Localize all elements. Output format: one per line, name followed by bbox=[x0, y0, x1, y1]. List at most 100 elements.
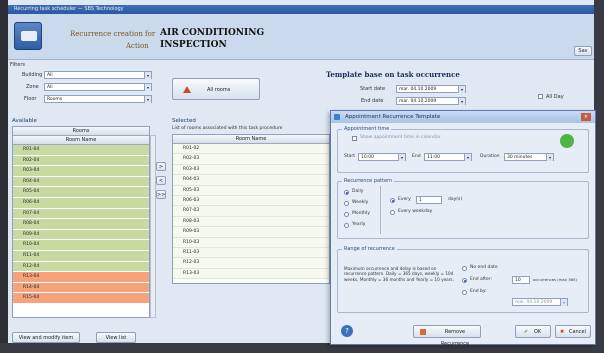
save-button[interactable]: Sav bbox=[574, 46, 592, 56]
close-icon[interactable]: ✕ bbox=[581, 113, 591, 121]
end-by-radio[interactable] bbox=[462, 290, 467, 295]
daily-radio[interactable] bbox=[344, 190, 349, 195]
available-row[interactable]: R02-04 bbox=[13, 155, 149, 167]
chevron-down-icon[interactable]: ▾ bbox=[144, 84, 151, 91]
selected-row[interactable]: R06-03 bbox=[173, 195, 329, 207]
chevron-down-icon[interactable]: ▾ bbox=[144, 96, 151, 103]
every-unit: day(s) bbox=[448, 197, 463, 202]
selected-row[interactable]: R07-03 bbox=[173, 206, 329, 217]
selected-rows: R01-02 R02-03 R03-03 R04-03 R05-03 R06-03 R07-… bbox=[173, 144, 329, 280]
available-row[interactable]: R06-04 bbox=[13, 197, 149, 209]
calendar-icon[interactable]: ▾ bbox=[458, 86, 465, 93]
selected-row[interactable]: R12-03 bbox=[173, 258, 329, 269]
chevron-down-icon[interactable]: ▾ bbox=[398, 154, 405, 161]
all-day-checkbox[interactable] bbox=[538, 94, 543, 99]
duration-value: 30 minutes bbox=[507, 155, 533, 160]
selected-row[interactable]: R04-03 bbox=[173, 175, 329, 186]
action-value: INSPECTION bbox=[160, 40, 227, 50]
cancel-button[interactable]: ✖ Cancel bbox=[555, 325, 591, 338]
all-day-label: All Day bbox=[546, 94, 564, 100]
end-after-radio[interactable] bbox=[462, 278, 467, 283]
all-rooms-label: All rooms bbox=[207, 87, 231, 93]
building-combo[interactable]: All ▾ bbox=[44, 71, 152, 79]
available-title: Available bbox=[12, 118, 37, 124]
duration-combo[interactable]: 30 minutes ▾ bbox=[504, 153, 554, 161]
available-row[interactable]: R03-04 bbox=[13, 166, 149, 177]
zone-combo-value: All bbox=[47, 85, 53, 90]
selected-row[interactable]: R13-03 bbox=[173, 268, 329, 280]
show-time-checkbox[interactable] bbox=[352, 136, 357, 141]
move-all-right-button[interactable]: >> bbox=[156, 190, 166, 199]
floor-label: Floor bbox=[24, 96, 37, 102]
end-time-combo[interactable]: 11:00 ▾ bbox=[424, 153, 472, 161]
selected-grid: Room Name R01-02 R02-03 R03-03 R04-03 R05-03… bbox=[172, 134, 330, 284]
recurrence-label: Recurrence creation for bbox=[70, 30, 156, 38]
app-logo-icon bbox=[14, 22, 42, 50]
view-list-button[interactable]: View list bbox=[96, 332, 136, 343]
view-modify-button[interactable]: View and modify item bbox=[12, 332, 80, 343]
refresh-icon bbox=[560, 134, 574, 148]
cancel-label: Cancel bbox=[569, 329, 586, 335]
move-right-button[interactable]: > bbox=[156, 162, 166, 171]
start-time-label: Start bbox=[344, 154, 355, 159]
selected-column-header: Room Name bbox=[173, 135, 329, 144]
move-left-button[interactable]: < bbox=[156, 176, 166, 185]
range-title: Range of recurrence bbox=[342, 246, 397, 252]
remove-recurrence-button[interactable]: Remove Recurrence bbox=[413, 325, 481, 347]
selected-row[interactable]: R09-03 bbox=[173, 227, 329, 238]
end-time-value: 11:00 bbox=[427, 155, 440, 160]
window-titlebar: Recurring task scheduler — SBS Technolog… bbox=[8, 5, 594, 14]
calendar-icon bbox=[334, 114, 340, 120]
selected-row[interactable]: R01-02 bbox=[173, 144, 329, 155]
selected-row[interactable]: R10-03 bbox=[173, 237, 329, 248]
available-row[interactable]: R07-04 bbox=[13, 208, 149, 220]
end-date-field[interactable]: mar. 04.10.2009 ▾ bbox=[396, 97, 466, 105]
weekly-label: Weekly bbox=[352, 200, 369, 205]
every-radio[interactable] bbox=[390, 198, 395, 203]
end-after-field[interactable]: 10 bbox=[512, 276, 530, 284]
selected-row[interactable]: R11-03 bbox=[173, 247, 329, 259]
start-time-combo[interactable]: 10:00 ▾ bbox=[358, 153, 406, 161]
duration-label: Duration bbox=[480, 154, 500, 159]
ok-button[interactable]: ✔ OK bbox=[515, 325, 551, 338]
check-icon: ✔ bbox=[524, 329, 529, 335]
chevron-down-icon[interactable]: ▾ bbox=[546, 154, 553, 161]
chevron-down-icon[interactable]: ▾ bbox=[144, 72, 151, 79]
end-by-date-field[interactable]: mar. 04.10.2009 ▾ bbox=[512, 298, 568, 306]
available-row[interactable]: R01-04 bbox=[13, 145, 149, 156]
calendar-icon[interactable]: ▾ bbox=[458, 98, 465, 105]
available-row[interactable]: R04-04 bbox=[13, 176, 149, 188]
available-row[interactable]: R05-04 bbox=[13, 187, 149, 198]
every-weekday-radio[interactable] bbox=[390, 210, 395, 215]
available-row[interactable]: R10-04 bbox=[13, 240, 149, 251]
available-row[interactable]: R13-04 bbox=[13, 272, 149, 283]
every-value-field[interactable]: 1 bbox=[416, 196, 442, 204]
chevron-down-icon[interactable]: ▾ bbox=[464, 154, 471, 161]
zone-combo[interactable]: All ▾ bbox=[44, 83, 152, 91]
selected-row[interactable]: R08-03 bbox=[173, 216, 329, 228]
calendar-icon[interactable]: ▾ bbox=[560, 299, 567, 306]
warning-icon bbox=[183, 86, 191, 93]
available-row[interactable]: R15-04 bbox=[13, 293, 149, 304]
available-row[interactable]: R14-04 bbox=[13, 282, 149, 294]
available-row[interactable]: R08-04 bbox=[13, 219, 149, 230]
start-date-field[interactable]: mar. 04.10.2009 ▾ bbox=[396, 85, 466, 93]
dialog-title: Appointment Recurrence Template bbox=[345, 114, 441, 120]
dialog-titlebar: Appointment Recurrence Template ✕ bbox=[331, 111, 595, 123]
weekly-radio[interactable] bbox=[344, 201, 349, 206]
monthly-radio[interactable] bbox=[344, 212, 349, 217]
selected-row[interactable]: R02-03 bbox=[173, 154, 329, 165]
selected-row[interactable]: R05-03 bbox=[173, 185, 329, 196]
help-icon[interactable]: ? bbox=[341, 325, 353, 337]
delete-icon bbox=[420, 329, 426, 335]
yearly-radio[interactable] bbox=[344, 223, 349, 228]
range-of-recurrence-group: Range of recurrence Maximum occurrence a… bbox=[337, 246, 589, 313]
available-row[interactable]: R12-04 bbox=[13, 261, 149, 273]
floor-combo[interactable]: Rooms ▾ bbox=[44, 95, 152, 103]
all-rooms-button[interactable]: All rooms bbox=[172, 78, 260, 100]
end-by-date-value: mar. 04.10.2009 bbox=[515, 300, 553, 305]
available-row[interactable]: R11-04 bbox=[13, 250, 149, 262]
available-row[interactable]: R09-04 bbox=[13, 229, 149, 241]
selected-row[interactable]: R03-03 bbox=[173, 164, 329, 176]
no-end-radio[interactable] bbox=[462, 266, 467, 271]
